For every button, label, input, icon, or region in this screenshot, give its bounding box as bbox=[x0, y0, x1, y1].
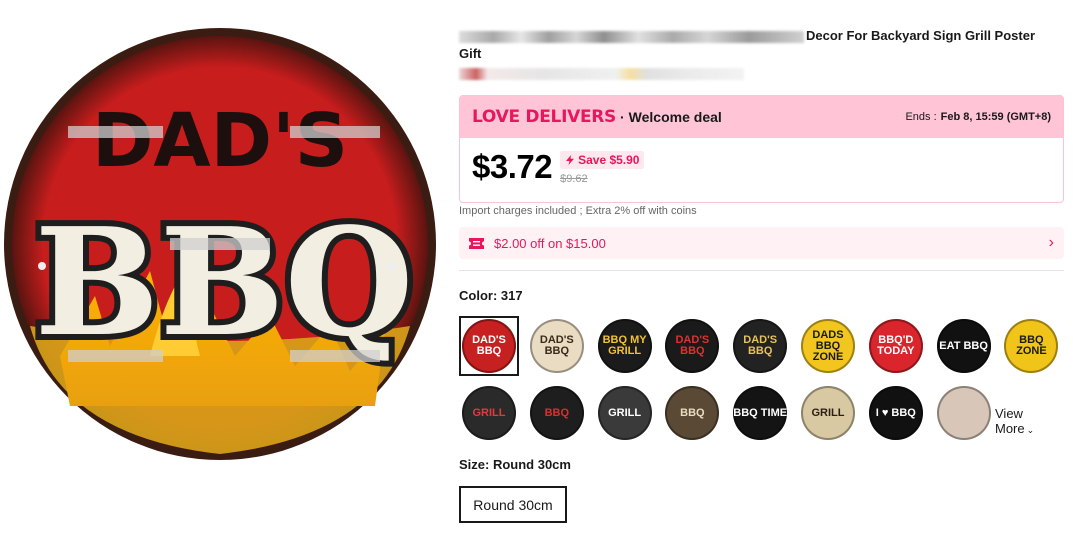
swatch-thumbnail bbox=[936, 386, 991, 440]
mount-hole-left bbox=[38, 262, 46, 270]
swatch-thumbnail: DADS BBQ ZONE bbox=[801, 319, 855, 373]
color-swatch[interactable]: BBQ'D TODAY bbox=[866, 316, 926, 376]
coupon-bar[interactable]: $2.00 off on $15.00 › bbox=[459, 227, 1064, 259]
swatch-thumbnail: BBQ TIME bbox=[733, 386, 788, 440]
color-swatch[interactable]: DAD'S BBQ bbox=[662, 316, 722, 376]
coupon-text: $2.00 off on $15.00 bbox=[494, 235, 606, 251]
color-swatch[interactable]: DAD'S BBQ bbox=[527, 316, 587, 376]
color-swatch[interactable]: DADS BBQ ZONE bbox=[798, 316, 858, 376]
deal-ends: Ends : Feb 8, 15:59 (GMT+8) bbox=[905, 111, 1051, 123]
swatch-thumbnail: GRILL bbox=[801, 386, 855, 440]
watermark-blur bbox=[290, 126, 380, 138]
divider bbox=[459, 270, 1064, 271]
blurred-rating-row bbox=[459, 68, 744, 80]
swatch-thumbnail: BBQ bbox=[529, 386, 584, 440]
mount-hole-right bbox=[388, 262, 396, 270]
svg-text:DAD'S: DAD'S bbox=[92, 98, 348, 184]
color-swatch[interactable]: I ♥ BBQ bbox=[866, 383, 926, 443]
color-swatch[interactable]: BBQ bbox=[662, 383, 722, 443]
color-swatch[interactable]: BBQ MY GRILL bbox=[595, 316, 655, 376]
color-swatch[interactable]: DAD'S BBQ bbox=[730, 316, 790, 376]
swatch-thumbnail: DAD'S BBQ bbox=[733, 319, 788, 373]
size-label: Size: Round 30cm bbox=[459, 457, 571, 472]
sign-top-text: DAD'S bbox=[92, 98, 348, 184]
product-title: Decor For Backyard Sign Grill Poster Gif… bbox=[459, 28, 1036, 61]
watermark-blur bbox=[290, 350, 380, 362]
original-price: $9.62 bbox=[560, 173, 588, 185]
current-price: $3.72 bbox=[472, 148, 553, 185]
coupon-ticket-icon bbox=[469, 237, 484, 249]
swatch-thumbnail: GRILL bbox=[597, 386, 652, 440]
svg-text:BBQ: BBQ bbox=[34, 195, 413, 369]
view-more-button[interactable]: View More ⌄ bbox=[995, 406, 1065, 436]
swatch-thumbnail: GRILL bbox=[462, 386, 516, 440]
watermark-blur bbox=[68, 126, 163, 138]
deal-welcome-label: Welcome deal bbox=[628, 109, 722, 125]
swatch-thumbnail: DAD'S BBQ bbox=[665, 319, 720, 373]
swatch-thumbnail: DAD'S BBQ bbox=[462, 319, 516, 373]
color-label: Color: 317 bbox=[459, 288, 523, 303]
color-swatch[interactable]: BBQ ZONE bbox=[1001, 316, 1061, 376]
swatch-thumbnail: DAD'S BBQ bbox=[529, 319, 584, 373]
chevron-down-icon: ⌄ bbox=[1026, 425, 1035, 435]
swatch-thumbnail: I ♥ BBQ bbox=[868, 386, 923, 440]
product-main-image[interactable]: DAD'S BBQ BBQ bbox=[0, 26, 440, 466]
import-charges-note: Import charges included ; Extra 2% off w… bbox=[459, 205, 697, 217]
color-swatch[interactable]: GRILL bbox=[459, 383, 519, 443]
price-row: $3.72 Save $5.90 $9.62 bbox=[472, 148, 645, 186]
color-swatch[interactable]: EAT BBQ bbox=[934, 316, 994, 376]
deal-card: LOVE DELIVERS · Welcome deal Ends : Feb 8… bbox=[459, 95, 1064, 203]
swatch-thumbnail: EAT BBQ bbox=[936, 319, 991, 373]
dads-bbq-sign-image: DAD'S BBQ BBQ bbox=[4, 28, 436, 460]
swatch-thumbnail: BBQ'D TODAY bbox=[868, 319, 923, 373]
deal-separator: · bbox=[620, 109, 625, 125]
color-swatch[interactable]: GRILL bbox=[595, 383, 655, 443]
color-swatch[interactable]: BBQ bbox=[527, 383, 587, 443]
deal-header: LOVE DELIVERS · Welcome deal Ends : Feb 8… bbox=[460, 96, 1063, 138]
save-badge: Save $5.90 bbox=[560, 151, 645, 169]
swatch-thumbnail: BBQ bbox=[665, 386, 720, 440]
color-swatch[interactable]: BBQ TIME bbox=[730, 383, 790, 443]
deal-brand-label: LOVE DELIVERS bbox=[472, 107, 616, 127]
color-swatch[interactable] bbox=[934, 383, 994, 443]
sign-main-text: BBQ BBQ bbox=[28, 189, 419, 375]
watermark-blur bbox=[170, 238, 270, 250]
color-swatch[interactable]: GRILL bbox=[798, 383, 858, 443]
blurred-title-text bbox=[459, 30, 804, 43]
color-swatch[interactable]: DAD'S BBQ bbox=[459, 316, 519, 376]
chevron-right-icon: › bbox=[1048, 234, 1054, 251]
lightning-icon bbox=[566, 155, 575, 165]
swatch-thumbnail: BBQ MY GRILL bbox=[597, 319, 652, 373]
size-option-round-30cm[interactable]: Round 30cm bbox=[459, 486, 567, 523]
swatch-thumbnail: BBQ ZONE bbox=[1004, 319, 1059, 373]
watermark-blur bbox=[68, 350, 163, 362]
